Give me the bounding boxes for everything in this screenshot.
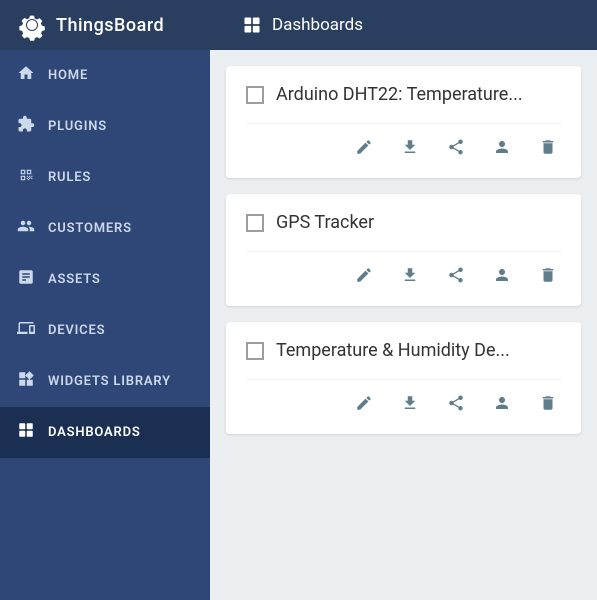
assets-icon — [16, 268, 36, 291]
sidebar-item-label: PLUGINS — [48, 119, 107, 134]
sidebar-item-label: HOME — [48, 68, 88, 83]
dashboards-icon — [242, 15, 262, 35]
devices-icon — [16, 319, 36, 342]
sidebar-item-label: ASSETS — [48, 272, 101, 287]
rules-icon — [16, 166, 36, 189]
delete-button-1[interactable] — [535, 134, 561, 160]
widgets-icon — [16, 370, 36, 393]
download-button-1[interactable] — [397, 134, 423, 160]
sidebar-item-label: CUSTOMERS — [48, 221, 132, 236]
sidebar-item-assets[interactable]: ASSETS — [0, 254, 210, 305]
header-section: Dashboards — [226, 15, 363, 35]
dashboard-card-2: GPS Tracker — [226, 194, 581, 306]
card-actions-1 — [246, 123, 561, 160]
dashboard-card-1: Arduino DHT22: Temperature... — [226, 66, 581, 178]
sidebar: HOME PLUGINS RULES CUSTOMERS ASSETS — [0, 50, 210, 600]
home-icon — [16, 64, 36, 87]
card-checkbox-1[interactable] — [246, 86, 264, 104]
card-checkbox-2[interactable] — [246, 214, 264, 232]
edit-button-3[interactable] — [351, 390, 377, 416]
customers-icon — [16, 217, 36, 240]
share-button-2[interactable] — [443, 262, 469, 288]
edit-button-1[interactable] — [351, 134, 377, 160]
download-button-2[interactable] — [397, 262, 423, 288]
sidebar-item-label: DEVICES — [48, 323, 105, 338]
card-checkbox-3[interactable] — [246, 342, 264, 360]
share-button-3[interactable] — [443, 390, 469, 416]
header: ThingsBoard Dashboards — [0, 0, 597, 50]
dashboard-card-3: Temperature & Humidity De... — [226, 322, 581, 434]
sidebar-item-label: DASHBOARDS — [48, 425, 141, 440]
card-actions-2 — [246, 251, 561, 288]
card-actions-3 — [246, 379, 561, 416]
edit-button-2[interactable] — [351, 262, 377, 288]
sidebar-item-home[interactable]: HOME — [0, 50, 210, 101]
sidebar-item-devices[interactable]: DEVICES — [0, 305, 210, 356]
card-title-1: Arduino DHT22: Temperature... — [276, 84, 523, 105]
layout: HOME PLUGINS RULES CUSTOMERS ASSETS — [0, 50, 597, 600]
sidebar-item-label: WIDGETS LIBRARY — [48, 374, 171, 389]
card-top-3: Temperature & Humidity De... — [246, 340, 561, 361]
card-title-3: Temperature & Humidity De... — [276, 340, 510, 361]
logo-icon — [16, 9, 48, 41]
download-button-3[interactable] — [397, 390, 423, 416]
assign-button-3[interactable] — [489, 390, 515, 416]
delete-button-2[interactable] — [535, 262, 561, 288]
assign-button-2[interactable] — [489, 262, 515, 288]
sidebar-item-widgets-library[interactable]: WIDGETS LIBRARY — [0, 356, 210, 407]
dashboards-sidebar-icon — [16, 421, 36, 444]
main-content: Arduino DHT22: Temperature... — [210, 50, 597, 600]
app-title: ThingsBoard — [56, 15, 164, 36]
sidebar-item-rules[interactable]: RULES — [0, 152, 210, 203]
plugins-icon — [16, 115, 36, 138]
logo-area: ThingsBoard — [16, 9, 226, 41]
card-top-2: GPS Tracker — [246, 212, 561, 233]
card-top-1: Arduino DHT22: Temperature... — [246, 84, 561, 105]
section-title: Dashboards — [272, 15, 363, 35]
sidebar-item-dashboards[interactable]: DASHBOARDS — [0, 407, 210, 458]
sidebar-item-label: RULES — [48, 170, 91, 185]
sidebar-item-plugins[interactable]: PLUGINS — [0, 101, 210, 152]
card-title-2: GPS Tracker — [276, 212, 374, 233]
sidebar-item-customers[interactable]: CUSTOMERS — [0, 203, 210, 254]
delete-button-3[interactable] — [535, 390, 561, 416]
assign-button-1[interactable] — [489, 134, 515, 160]
share-button-1[interactable] — [443, 134, 469, 160]
